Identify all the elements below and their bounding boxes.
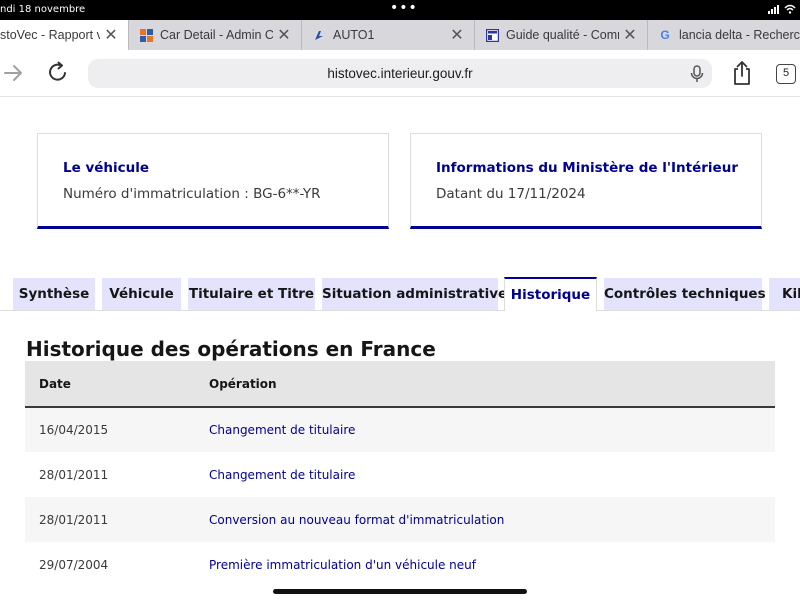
tab-title: Car Detail - Admin Ce xyxy=(160,28,273,42)
close-icon[interactable]: ✕ xyxy=(100,25,122,45)
report-tabs: Synthèse Véhicule Titulaire et Titre Sit… xyxy=(0,277,800,311)
table-row: 16/04/2015 Changement de titulaire xyxy=(25,407,775,452)
close-icon[interactable]: ✕ xyxy=(273,25,295,45)
table-row: 28/01/2011 Changement de titulaire xyxy=(25,452,775,497)
url-text: histovec.interieur.gouv.fr xyxy=(327,66,473,81)
tab-title: Guide qualité - Comm xyxy=(506,28,619,42)
data-date: Datant du 17/11/2024 xyxy=(436,186,586,202)
ministry-info-card: Informations du Ministère de l'Intérieur… xyxy=(410,133,762,229)
browser-tab-car-detail[interactable]: Car Detail - Admin Ce ✕ xyxy=(128,20,301,50)
operation-date: 16/04/2015 xyxy=(25,407,209,452)
multitasking-dots[interactable]: ••• xyxy=(390,1,418,15)
status-icons xyxy=(768,4,796,14)
tab-situation-administrative[interactable]: Situation administrative xyxy=(322,278,507,310)
tab-historique[interactable]: Historique xyxy=(504,277,597,311)
microphone-icon[interactable] xyxy=(690,65,704,83)
document-icon xyxy=(485,28,499,42)
table-header-row: Date Opération xyxy=(25,361,775,408)
google-icon: G xyxy=(660,28,670,42)
wifi-icon xyxy=(784,4,796,14)
vehicle-card: Le véhicule Numéro d'immatriculation : B… xyxy=(37,133,389,229)
tab-controles-techniques[interactable]: Contrôles techniques xyxy=(604,278,766,310)
card-title: Le véhicule xyxy=(63,160,150,176)
tab-title: lancia delta - Recherc xyxy=(679,28,800,42)
operation-label: Changement de titulaire xyxy=(209,407,775,452)
browser-toolbar: histovec.interieur.gouv.fr 5 xyxy=(0,50,800,97)
operation-label: Première immatriculation d'un véhicule n… xyxy=(209,542,775,587)
tab-overview-button[interactable]: 5 xyxy=(776,64,796,84)
close-icon[interactable]: ✕ xyxy=(446,25,468,45)
address-bar[interactable]: histovec.interieur.gouv.fr xyxy=(88,59,712,88)
tab-kilometrage[interactable]: Kil xyxy=(769,278,800,310)
card-title: Informations du Ministère de l'Intérieur xyxy=(436,160,738,176)
forward-icon[interactable] xyxy=(2,61,24,85)
tab-titulaire-et-titre[interactable]: Titulaire et Titre xyxy=(188,278,315,310)
table-row: 29/07/2004 Première immatriculation d'un… xyxy=(25,542,775,587)
browser-tab-guide[interactable]: Guide qualité - Comm ✕ xyxy=(474,20,647,50)
share-icon[interactable] xyxy=(731,60,753,86)
tab-vehicule[interactable]: Véhicule xyxy=(102,278,181,310)
close-icon[interactable]: ✕ xyxy=(619,25,641,45)
status-bar: ndi 18 novembre ••• xyxy=(0,0,800,20)
operation-label: Conversion au nouveau format d'immatricu… xyxy=(209,497,775,542)
column-header-operation: Opération xyxy=(209,361,775,408)
operation-date: 28/01/2011 xyxy=(25,452,209,497)
reload-icon[interactable] xyxy=(46,60,70,84)
browser-tab-google[interactable]: G lancia delta - Recherc xyxy=(647,20,800,50)
history-section-title: Historique des opérations en France xyxy=(26,337,436,361)
cellular-signal-icon xyxy=(768,4,779,14)
status-time: ndi 18 novembre xyxy=(0,4,86,15)
browser-tab-histovec[interactable]: stoVec - Rapport ve ✕ xyxy=(0,20,128,50)
column-header-date: Date xyxy=(25,361,209,408)
tab-title: stoVec - Rapport ve xyxy=(0,28,100,42)
auto1-icon xyxy=(312,28,326,42)
operation-label: Changement de titulaire xyxy=(209,452,775,497)
table-row: 28/01/2011 Conversion au nouveau format … xyxy=(25,497,775,542)
registration-number: Numéro d'immatriculation : BG-6**-YR xyxy=(63,186,321,202)
browser-tab-strip: stoVec - Rapport ve ✕ Car Detail - Admin… xyxy=(0,20,800,50)
history-table: Date Opération 16/04/2015 Changement de … xyxy=(25,361,775,587)
operation-date: 29/07/2004 xyxy=(25,542,209,587)
admin-grid-icon xyxy=(139,28,153,42)
operation-date: 28/01/2011 xyxy=(25,497,209,542)
home-indicator[interactable] xyxy=(273,589,527,594)
browser-tab-auto1[interactable]: AUTO1 ✕ xyxy=(301,20,474,50)
tab-title: AUTO1 xyxy=(333,28,375,42)
tab-synthese[interactable]: Synthèse xyxy=(13,278,95,310)
